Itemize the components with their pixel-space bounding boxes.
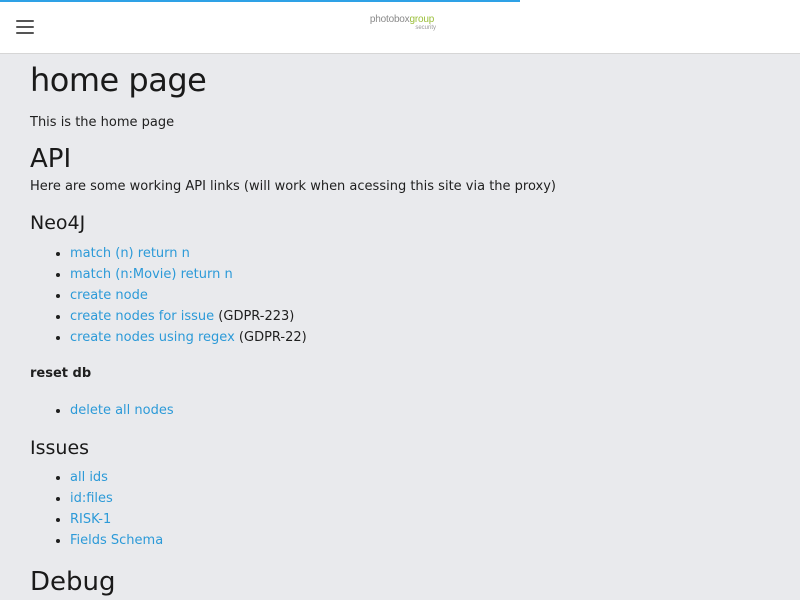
list-item: Fields Schema: [70, 530, 770, 551]
issue-reference: (GDPR-223): [218, 309, 295, 324]
list-item: match (n:Movie) return n: [70, 264, 770, 285]
logo-subtitle: security: [415, 25, 436, 31]
logo-secondary-text: group: [409, 14, 435, 25]
list-item: RISK-1: [70, 509, 770, 530]
list-item: all ids: [70, 467, 770, 488]
reset-link-list: delete all nodes: [30, 400, 770, 421]
list-item: id:files: [70, 488, 770, 509]
delete-all-nodes-link[interactable]: delete all nodes: [70, 403, 174, 418]
loading-progress-bar: [0, 0, 520, 2]
page-intro: This is the home page: [30, 115, 175, 130]
neo4j-link-create-regex-nodes[interactable]: create nodes using regex: [70, 330, 235, 345]
neo4j-link-list: match (n) return n match (n:Movie) retur…: [30, 243, 770, 348]
issues-link-all-ids[interactable]: all ids: [70, 470, 108, 485]
issues-heading: Issues: [30, 437, 90, 459]
api-heading: API: [30, 144, 72, 174]
brand-logo[interactable]: photoboxgroup security: [366, 14, 438, 32]
hamburger-menu-icon[interactable]: [14, 17, 36, 37]
list-item: match (n) return n: [70, 243, 770, 264]
issues-link-risk-1[interactable]: RISK-1: [70, 512, 111, 527]
issues-link-id-files[interactable]: id:files: [70, 491, 113, 506]
neo4j-link-create-node[interactable]: create node: [70, 288, 148, 303]
neo4j-link-match-movie[interactable]: match (n:Movie) return n: [70, 267, 233, 282]
issue-reference: (GDPR-22): [238, 330, 307, 345]
list-item: create nodes for issue (GDPR-223): [70, 306, 770, 327]
neo4j-link-create-issue-nodes[interactable]: create nodes for issue: [70, 309, 214, 324]
list-item: create node: [70, 285, 770, 306]
main-content: home page This is the home page API Here…: [30, 54, 770, 598]
issues-link-fields-schema[interactable]: Fields Schema: [70, 533, 163, 548]
top-navbar: photoboxgroup security: [0, 0, 800, 54]
logo-primary-text: photobox: [369, 14, 410, 25]
list-item: delete all nodes: [70, 400, 770, 421]
page-title: home page: [30, 61, 207, 99]
list-item: create nodes using regex (GDPR-22): [70, 327, 770, 348]
neo4j-heading: Neo4J: [30, 212, 86, 234]
api-description: Here are some working API links (will wo…: [30, 179, 556, 194]
issues-link-list: all ids id:files RISK-1 Fields Schema: [30, 467, 770, 551]
debug-heading: Debug: [30, 567, 116, 597]
reset-db-heading: reset db: [30, 366, 92, 381]
neo4j-link-match-all[interactable]: match (n) return n: [70, 246, 190, 261]
